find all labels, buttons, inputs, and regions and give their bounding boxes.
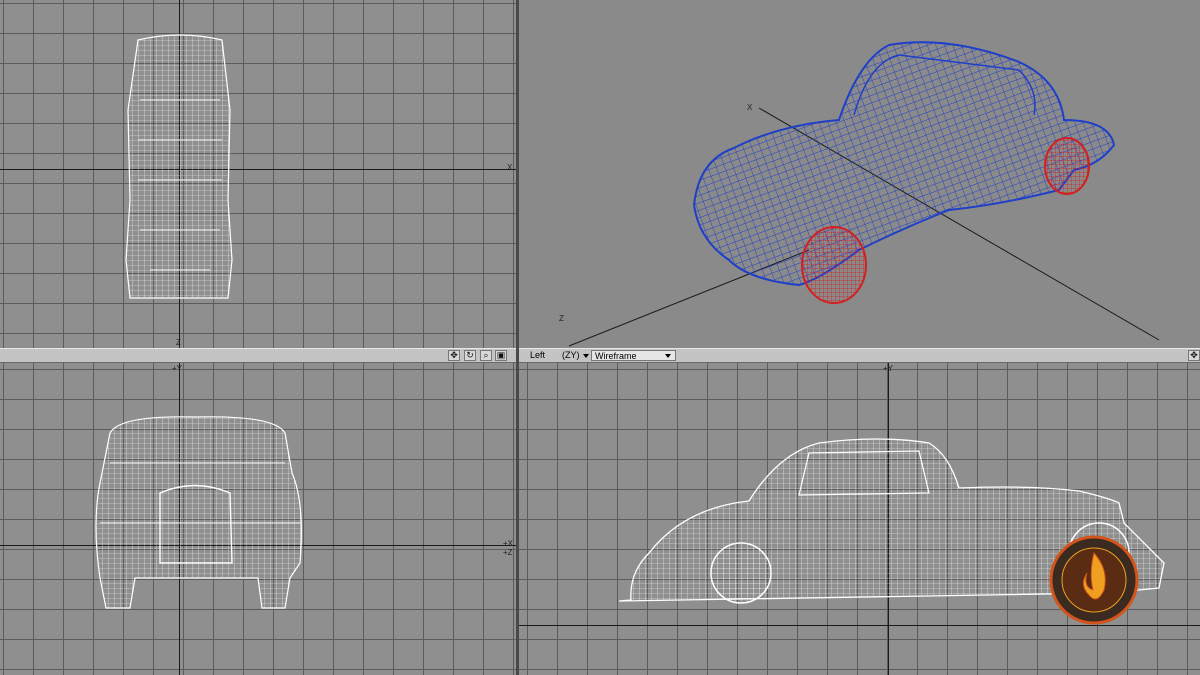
view-select[interactable]: Left (530, 350, 545, 361)
axes-select[interactable]: (ZY) (562, 350, 589, 361)
axes-select-label: (ZY) (562, 350, 580, 360)
car-wireframe-perspective (568, 41, 1160, 347)
car-wireframe-top (125, 34, 233, 299)
maximize-icon[interactable]: ▣ (495, 350, 507, 361)
move-icon[interactable]: ✥ (448, 350, 460, 361)
rotate-icon[interactable]: ↻ (464, 350, 476, 361)
move-icon-right[interactable]: ✥ (1188, 350, 1200, 361)
chevron-down-icon (665, 354, 671, 358)
shading-mode-select[interactable]: Wireframe (591, 350, 676, 361)
zoom-icon[interactable]: ⌕ (480, 350, 492, 361)
view-select-label: Left (530, 350, 546, 360)
perspective-viewport[interactable]: X Z (519, 0, 1200, 348)
left-viewport[interactable]: +Y (519, 363, 1200, 675)
chevron-down-icon (582, 353, 589, 358)
watermark-logo (1049, 535, 1139, 625)
top-viewport[interactable]: X Z (0, 0, 516, 348)
car-wireframe-front (95, 416, 302, 609)
front-viewport[interactable]: +Y +X +Z (0, 363, 516, 675)
car-wireframe-side (618, 438, 1165, 604)
shading-mode-label: Wireframe (595, 351, 637, 361)
